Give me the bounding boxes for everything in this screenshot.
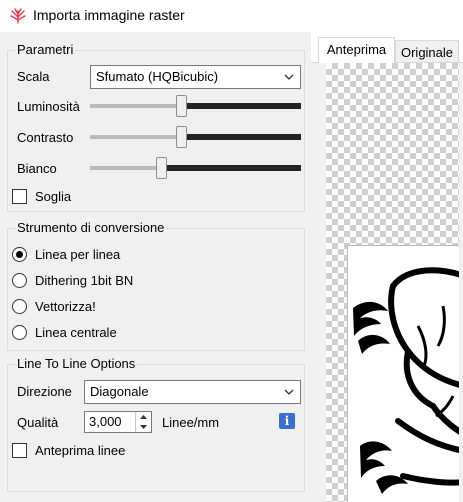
info-icon[interactable]: i bbox=[279, 413, 295, 429]
luminosita-slider[interactable] bbox=[90, 95, 301, 119]
soglia-label: Soglia bbox=[35, 189, 72, 204]
luminosita-label: Luminosità bbox=[17, 99, 80, 114]
anteprima-linee-checkbox[interactable] bbox=[12, 443, 27, 458]
settings-panel: Parametri Scala Sfumato (HQBicubic) Lumi… bbox=[0, 32, 311, 502]
slider-fill bbox=[167, 165, 301, 171]
scala-value: Sfumato (HQBicubic) bbox=[96, 69, 219, 84]
slider-thumb[interactable] bbox=[176, 95, 187, 117]
spin-up-icon[interactable] bbox=[136, 412, 151, 422]
preview-left-border bbox=[311, 63, 326, 502]
contrasto-label: Contrasto bbox=[17, 130, 74, 145]
radio-label-dithering: Dithering 1bit BN bbox=[35, 273, 134, 288]
preview-panel: Anteprima Originale bbox=[311, 32, 463, 502]
strumento-group-label: Strumento di conversione bbox=[15, 220, 167, 235]
tab-anteprima[interactable]: Anteprima bbox=[318, 37, 395, 64]
bianco-slider[interactable] bbox=[90, 157, 301, 181]
radio-label-vettorizza: Vettorizza! bbox=[35, 299, 96, 314]
preview-canvas bbox=[326, 63, 463, 502]
preview-tabstrip: Anteprima Originale bbox=[311, 32, 463, 64]
strumento-group: Strumento di conversione Linea per linea… bbox=[7, 220, 305, 351]
qualita-value[interactable]: 3,000 bbox=[89, 414, 122, 429]
qualita-unit: Linee/mm bbox=[162, 415, 220, 430]
window-title: Importa immagine raster bbox=[33, 7, 185, 23]
line-options-group-label: Line To Line Options bbox=[15, 356, 138, 371]
parametri-group: Parametri Scala Sfumato (HQBicubic) Lumi… bbox=[7, 42, 305, 212]
raster-import-icon bbox=[10, 8, 26, 24]
direzione-label: Direzione bbox=[17, 384, 72, 399]
spin-arrows bbox=[135, 412, 151, 432]
chevron-down-icon bbox=[284, 74, 294, 80]
chevron-down-icon bbox=[284, 389, 294, 395]
slider-track bbox=[90, 104, 176, 108]
soglia-checkbox[interactable] bbox=[12, 189, 27, 204]
qualita-spinbox[interactable]: 3,000 bbox=[84, 411, 152, 433]
radio-vettorizza[interactable] bbox=[12, 299, 27, 314]
slider-track bbox=[90, 135, 176, 139]
spin-down-icon[interactable] bbox=[136, 422, 151, 432]
paw-drawing bbox=[353, 267, 463, 494]
qualita-label: Qualità bbox=[17, 415, 59, 430]
bianco-label: Bianco bbox=[17, 161, 57, 176]
scala-label: Scala bbox=[17, 69, 50, 84]
direzione-select[interactable]: Diagonale bbox=[84, 380, 301, 404]
direzione-value: Diagonale bbox=[90, 384, 149, 399]
radio-label-linea-per-linea: Linea per linea bbox=[35, 247, 121, 262]
slider-fill bbox=[187, 134, 301, 140]
parametri-group-label: Parametri bbox=[15, 42, 76, 57]
radio-label-linea-centrale: Linea centrale bbox=[35, 325, 117, 340]
slider-track bbox=[90, 166, 156, 170]
radio-linea-centrale[interactable] bbox=[12, 325, 27, 340]
title-bar: Importa immagine raster bbox=[0, 0, 463, 32]
preview-image bbox=[347, 245, 463, 502]
scala-select[interactable]: Sfumato (HQBicubic) bbox=[90, 65, 301, 89]
tab-originale[interactable]: Originale bbox=[395, 40, 459, 63]
contrasto-slider[interactable] bbox=[90, 126, 301, 150]
line-options-group: Line To Line Options Direzione Diagonale… bbox=[7, 356, 305, 492]
preview-right-border bbox=[459, 63, 463, 502]
slider-thumb[interactable] bbox=[156, 157, 167, 179]
anteprima-linee-label: Anteprima linee bbox=[35, 443, 126, 458]
slider-fill bbox=[187, 103, 301, 109]
radio-dithering[interactable] bbox=[12, 273, 27, 288]
radio-linea-per-linea[interactable] bbox=[12, 247, 27, 262]
slider-thumb[interactable] bbox=[176, 126, 187, 148]
